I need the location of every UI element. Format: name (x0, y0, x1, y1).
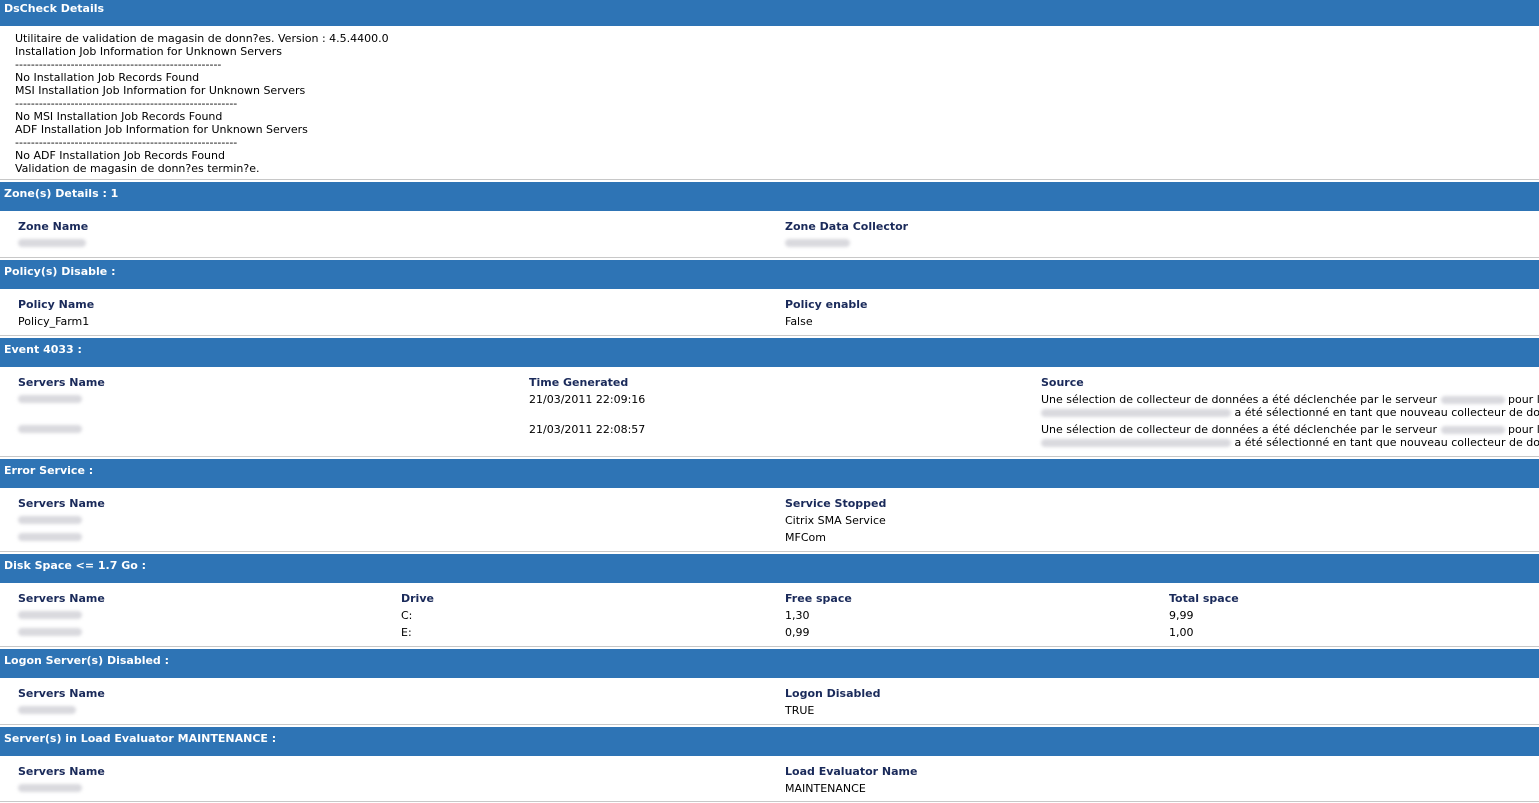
divider (0, 551, 1539, 552)
source-text: Une sélection de collecteur de données a… (1041, 393, 1437, 406)
col-header-servers-name: Servers Name (18, 497, 105, 510)
section-title: Server(s) in Load Evaluator MAINTENANCE … (4, 732, 277, 745)
source-text: a été sélectionné en tant que nouveau co… (1234, 406, 1539, 419)
logon-disabled-cell: TRUE (785, 704, 815, 717)
source-cell-line2: a été sélectionné en tant que nouveau co… (1041, 406, 1539, 419)
redacted-server-name (18, 425, 82, 433)
col-header-drive: Drive (401, 592, 434, 605)
section-header-disk-space: Disk Space <= 1.7 Go : (0, 554, 1539, 583)
col-header-free-space: Free space (785, 592, 852, 605)
col-header-logon-disabled: Logon Disabled (785, 687, 881, 700)
redacted-server-name (18, 784, 82, 792)
divider (0, 724, 1539, 725)
col-header-zone-name: Zone Name (18, 220, 89, 233)
col-header-service-stopped: Service Stopped (785, 497, 887, 510)
source-text: a été sélectionné en tant que nouveau co… (1234, 436, 1539, 449)
source-text: pour la zone (1508, 423, 1539, 436)
section-title: DsCheck Details (4, 2, 105, 15)
total-space-cell: 1,00 (1169, 626, 1194, 639)
section-header-zones: Zone(s) Details : 1 (0, 182, 1539, 211)
total-space-cell: 9,99 (1169, 609, 1194, 622)
redacted-server-name (18, 611, 82, 619)
redacted-zone-collector (785, 239, 850, 247)
divider (0, 801, 1539, 802)
divider (0, 257, 1539, 258)
time-generated-cell: 21/03/2011 22:08:57 (529, 423, 646, 436)
load-evaluator-cell: MAINTENANCE (785, 782, 866, 795)
log-line: Utilitaire de validation de magasin de d… (15, 32, 389, 45)
redacted-server-name (18, 516, 82, 524)
time-generated-cell: 21/03/2011 22:09:16 (529, 393, 646, 406)
col-header-servers-name: Servers Name (18, 376, 105, 389)
divider (0, 646, 1539, 647)
source-cell-line1: Une sélection de collecteur de données a… (1041, 393, 1539, 406)
redacted-server-name (18, 395, 82, 403)
free-space-cell: 0,99 (785, 626, 810, 639)
log-line: ----------------------------------------… (15, 136, 238, 149)
source-text: pour la zone (1508, 393, 1539, 406)
source-cell-line2: a été sélectionné en tant que nouveau co… (1041, 436, 1539, 449)
section-title: Disk Space <= 1.7 Go : (4, 559, 147, 572)
redacted-server-name (18, 706, 76, 714)
col-header-policy-enable: Policy enable (785, 298, 868, 311)
col-header-load-evaluator-name: Load Evaluator Name (785, 765, 918, 778)
log-line: No ADF Installation Job Records Found (15, 149, 225, 162)
section-header-dscheck: DsCheck Details (0, 0, 1539, 26)
log-line: No Installation Job Records Found (15, 71, 200, 84)
redacted-zone-inline (1041, 439, 1231, 447)
drive-cell: C: (401, 609, 413, 622)
redacted-server-inline (1440, 426, 1505, 434)
section-title: Event 4033 : (4, 343, 82, 356)
service-stopped-cell: Citrix SMA Service (785, 514, 886, 527)
free-space-cell: 1,30 (785, 609, 810, 622)
col-header-zone-data-collector: Zone Data Collector (785, 220, 909, 233)
section-title: Policy(s) Disable : (4, 265, 116, 278)
divider (0, 456, 1539, 457)
source-cell-line1: Une sélection de collecteur de données a… (1041, 423, 1539, 436)
section-title: Logon Server(s) Disabled : (4, 654, 170, 667)
section-header-policies: Policy(s) Disable : (0, 260, 1539, 289)
col-header-servers-name: Servers Name (18, 765, 105, 778)
drive-cell: E: (401, 626, 412, 639)
redacted-server-inline (1440, 396, 1505, 404)
policy-name-cell: Policy_Farm1 (18, 315, 90, 328)
col-header-policy-name: Policy Name (18, 298, 95, 311)
redacted-server-name (18, 533, 82, 541)
log-line: ----------------------------------------… (15, 97, 238, 110)
report-page: DsCheck Details Utilitaire de validation… (0, 0, 1539, 803)
log-line: ----------------------------------------… (15, 58, 222, 71)
col-header-source: Source (1041, 376, 1084, 389)
log-line: Installation Job Information for Unknown… (15, 45, 283, 58)
policy-enable-cell: False (785, 315, 813, 328)
section-header-logon-disabled: Logon Server(s) Disabled : (0, 649, 1539, 678)
col-header-time-generated: Time Generated (529, 376, 629, 389)
section-header-load-evaluator: Server(s) in Load Evaluator MAINTENANCE … (0, 727, 1539, 756)
col-header-servers-name: Servers Name (18, 687, 105, 700)
divider (0, 335, 1539, 336)
redacted-zone-inline (1041, 409, 1231, 417)
log-line: MSI Installation Job Information for Unk… (15, 84, 306, 97)
section-header-error-service: Error Service : (0, 459, 1539, 488)
log-line: Validation de magasin de donn?es termin?… (15, 162, 260, 175)
col-header-total-space: Total space (1169, 592, 1239, 605)
log-line: ADF Installation Job Information for Unk… (15, 123, 308, 136)
redacted-server-name (18, 628, 82, 636)
divider (0, 179, 1539, 180)
redacted-zone-name (18, 239, 86, 247)
source-text: Une sélection de collecteur de données a… (1041, 423, 1437, 436)
log-line: No MSI Installation Job Records Found (15, 110, 223, 123)
section-header-event4033: Event 4033 : (0, 338, 1539, 367)
col-header-servers-name: Servers Name (18, 592, 105, 605)
section-title: Zone(s) Details : 1 (4, 187, 119, 200)
section-title: Error Service : (4, 464, 94, 477)
service-stopped-cell: MFCom (785, 531, 826, 544)
